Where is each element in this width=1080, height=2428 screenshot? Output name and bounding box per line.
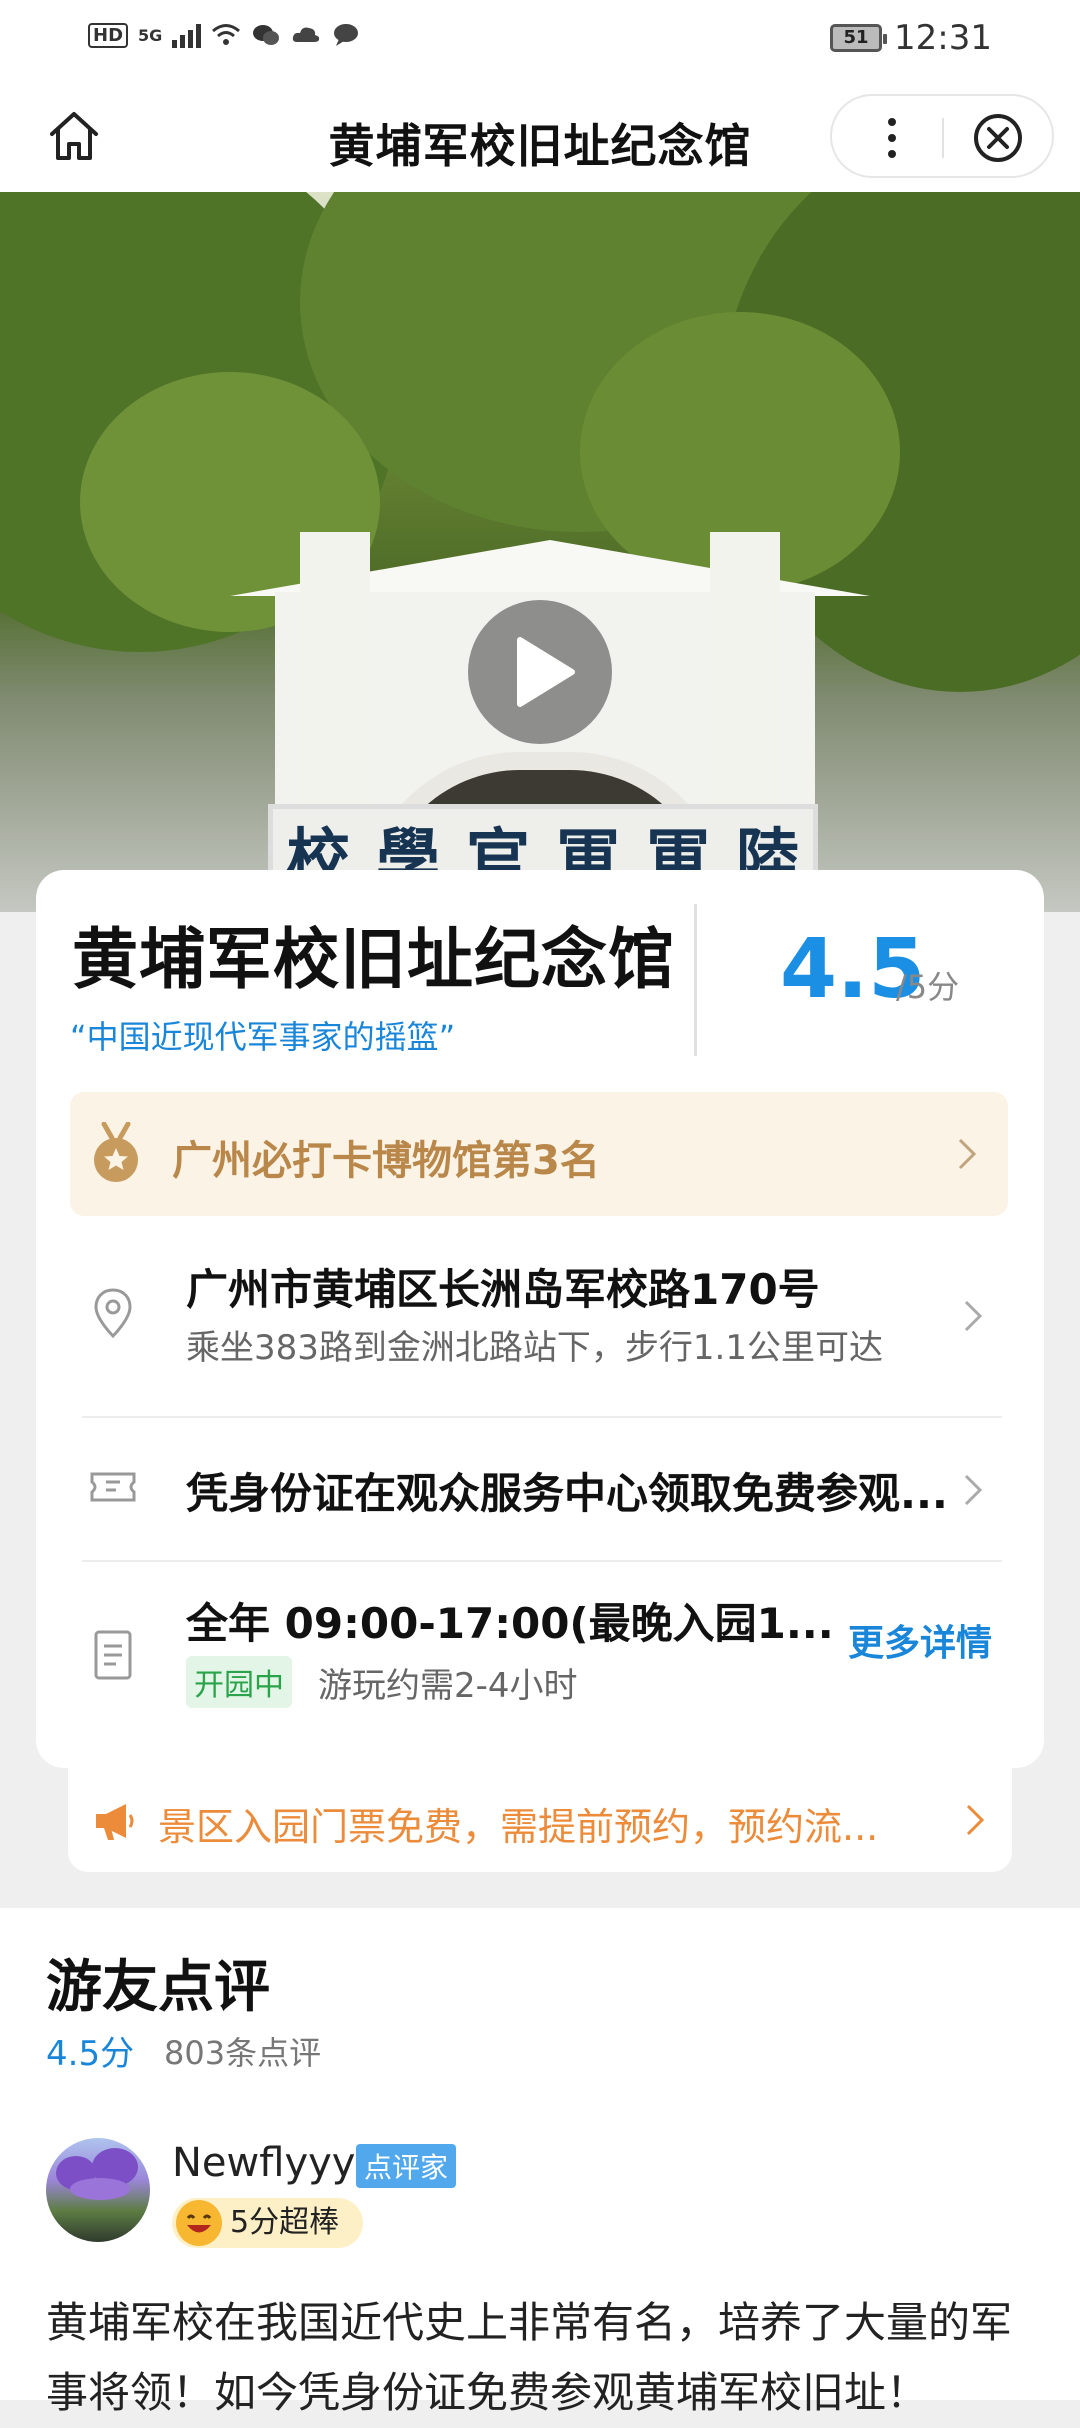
reviews-count[interactable]: 803条点评	[164, 2028, 321, 2074]
mini-program-capsule	[830, 94, 1054, 178]
document-icon	[94, 1630, 132, 1680]
attraction-info-card: 黄埔军校旧址纪念馆 “中国近现代军事家的摇篮” 4.5 /5分 广州必打卡博物馆…	[36, 870, 1044, 1768]
clock: 12:31	[894, 18, 992, 58]
attraction-name: 黄埔军校旧址纪念馆	[72, 921, 675, 998]
message-icon	[334, 24, 359, 46]
wifi-icon	[212, 24, 241, 45]
address-text: 广州市黄埔区长洲岛军校路170号	[186, 1265, 820, 1314]
network-type: 5G	[138, 25, 163, 45]
capsule-divider	[942, 118, 944, 158]
rating-unit: /5分	[896, 968, 960, 1006]
chevron-right-icon	[966, 1804, 985, 1836]
hd-indicator: HD	[88, 22, 129, 48]
transport-text: 乘坐383路到金洲北路站下，步行1.1公里可达	[186, 1328, 883, 1368]
play-icon	[517, 637, 575, 707]
status-bar: HD 5G 51 12:31	[0, 0, 1080, 80]
megaphone-icon	[96, 1804, 134, 1840]
chevron-right-icon	[958, 1138, 977, 1170]
ticket-icon	[90, 1472, 136, 1502]
hours-text: 全年 09:00-17:00(最晚入园1...	[186, 1599, 834, 1648]
chevron-right-icon	[964, 1300, 983, 1332]
avatar-blossom	[70, 2178, 130, 2200]
reviews-title: 游友点评	[46, 1955, 270, 2020]
reviewer-name[interactable]: Newflyyy	[172, 2140, 355, 2186]
signal-icon	[172, 22, 202, 48]
medal-icon	[94, 1122, 138, 1182]
close-circle-icon[interactable]	[972, 112, 1024, 164]
attraction-slogan: “中国近现代军事家的摇篮”	[70, 1018, 456, 1056]
title-divider	[694, 904, 697, 1056]
reviews-section: 游友点评 4.5分 803条点评 Newflyyy 点评家 5分超棒 黄埔军校在…	[0, 1908, 1080, 2417]
location-pin-icon	[94, 1288, 132, 1339]
chevron-right-icon	[964, 1474, 983, 1506]
review-rating-pill: 5分超棒	[172, 2198, 364, 2248]
address-row[interactable]: 广州市黄埔区长洲岛军校路170号 乘坐383路到金洲北路站下，步行1.1公里可达	[72, 1236, 1010, 1386]
cloud-icon	[293, 27, 320, 42]
ranking-text: 广州必打卡博物馆第3名	[172, 1138, 600, 1184]
open-status-badge: 开园中	[186, 1656, 292, 1708]
ranking-banner[interactable]: 广州必打卡博物馆第3名	[70, 1092, 1008, 1216]
navbar: 黄埔军校旧址纪念馆	[0, 80, 1080, 192]
reviewer-badge: 点评家	[356, 2144, 457, 2188]
hero-carousel[interactable]: 校 學 官 軍 軍 陸	[0, 192, 1080, 912]
duration-text: 游玩约需2-4小时	[318, 1666, 578, 1706]
avatar[interactable]	[46, 2138, 150, 2242]
laughing-face-icon	[176, 2200, 222, 2246]
notice-bar[interactable]: 景区入园门票免费，需提前预约，预约流...	[68, 1768, 1012, 1872]
reviews-score: 4.5分	[46, 2034, 135, 2074]
ticket-row[interactable]: 凭身份证在观众服务中心领取免费参观...	[72, 1418, 1010, 1558]
review-rating-label: 5分超棒	[230, 2205, 340, 2240]
notice-text: 景区入园门票免费，需提前预约，预约流...	[158, 1805, 879, 1849]
ticket-text: 凭身份证在观众服务中心领取免费参观...	[186, 1469, 948, 1518]
status-right: 51 12:31	[830, 18, 992, 58]
status-left: HD 5G	[88, 22, 361, 48]
review-text: 黄埔军校在我国近代史上非常有名，培养了大量的军事将领！如今凭身份证免费参观黄埔军…	[46, 2298, 1013, 2417]
more-vertical-icon[interactable]	[872, 114, 912, 162]
hours-row[interactable]: 全年 09:00-17:00(最晚入园1... 开园中 游玩约需2-4小时 更多…	[72, 1562, 1010, 1752]
battery-icon: 51	[830, 24, 888, 52]
more-details-link[interactable]: 更多详情	[848, 1614, 992, 1666]
video-play-button[interactable]	[468, 600, 612, 744]
wechat-icon	[253, 25, 280, 45]
